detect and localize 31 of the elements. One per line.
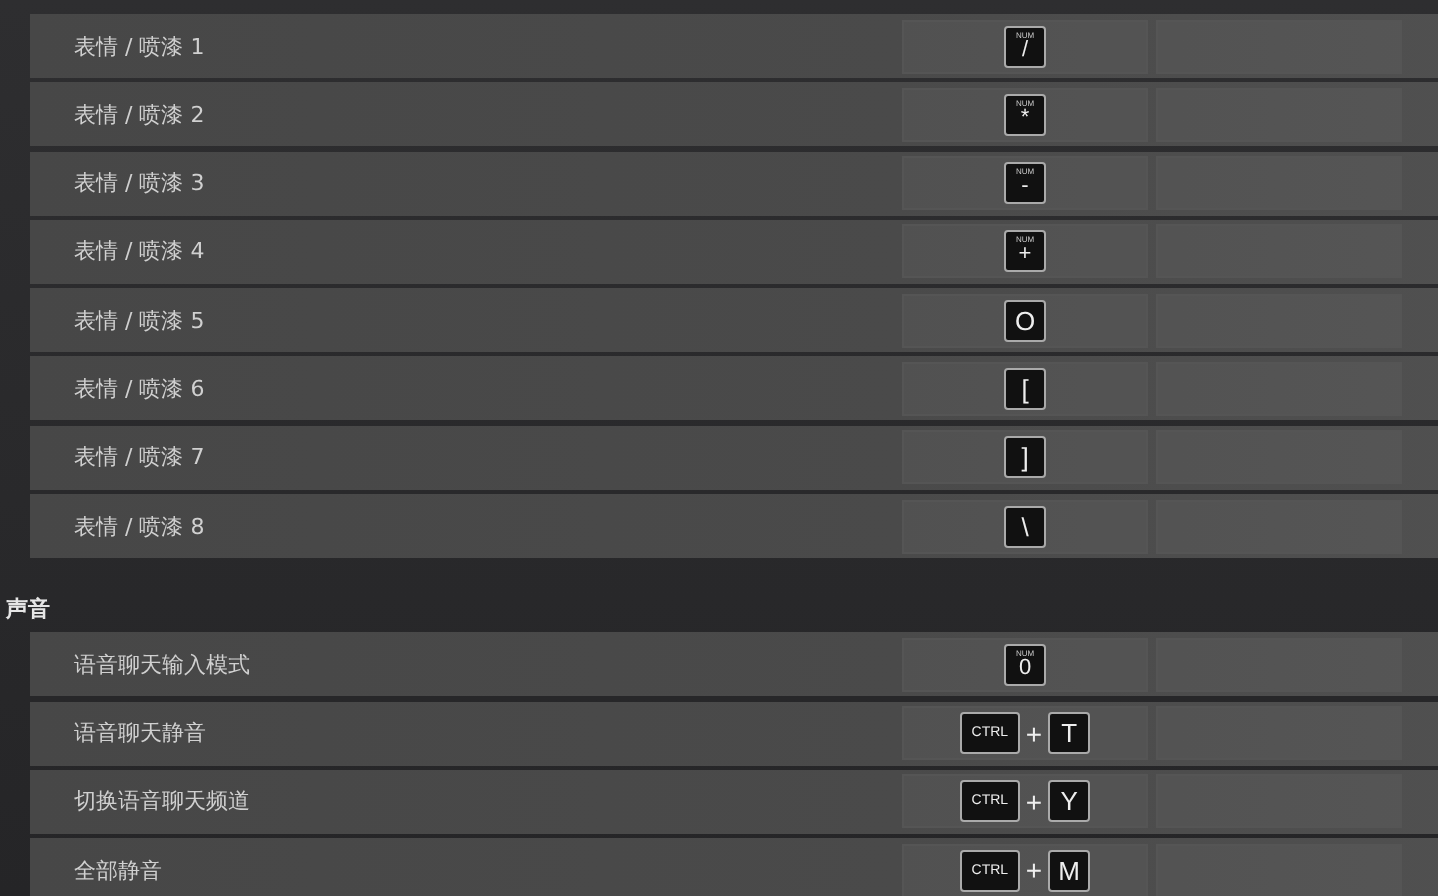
primary-binding-slot[interactable]: O [902,293,1148,348]
keybind-row[interactable]: 表情 / 喷漆 8 \ [30,494,1438,559]
key-icon: M [1048,849,1091,892]
action-label: 表情 / 喷漆 6 [72,373,207,404]
action-label: 表情 / 喷漆 8 [72,511,207,542]
keybind-row[interactable]: 表情 / 喷漆 6 [ [30,356,1438,421]
keybind-row[interactable]: 表情 / 喷漆 5 O [30,288,1438,353]
plus-sign: + [1025,785,1043,818]
plus-sign: + [1025,717,1043,750]
primary-binding-slot[interactable]: ] [902,430,1148,485]
key-icon: \ [1004,505,1046,548]
key-icon: ] [1004,436,1046,479]
action-label: 语音聊天输入模式 [72,649,252,680]
action-label: 切换语音聊天频道 [72,786,252,817]
plus-sign: + [1025,854,1043,887]
keybind-row[interactable]: 表情 / 喷漆 7 ] [30,425,1438,490]
action-label: 表情 / 喷漆 2 [72,99,207,130]
action-label: 表情 / 喷漆 3 [72,168,207,199]
primary-binding-slot[interactable]: \ [902,499,1148,554]
action-label: 表情 / 喷漆 5 [72,305,207,336]
key-icon: O [1004,299,1046,342]
action-label: 表情 / 喷漆 7 [72,442,207,473]
key-icon: Y [1048,780,1091,823]
section-title: 声音 [6,594,50,627]
primary-binding-slot[interactable]: [ [902,361,1148,416]
action-label: 语音聊天静音 [72,718,208,749]
action-label: 表情 / 喷漆 1 [72,31,207,61]
action-label: 表情 / 喷漆 4 [72,236,207,267]
key-icon: T [1048,712,1091,755]
action-label: 全部静音 [72,855,164,886]
key-icon: [ [1004,367,1046,410]
